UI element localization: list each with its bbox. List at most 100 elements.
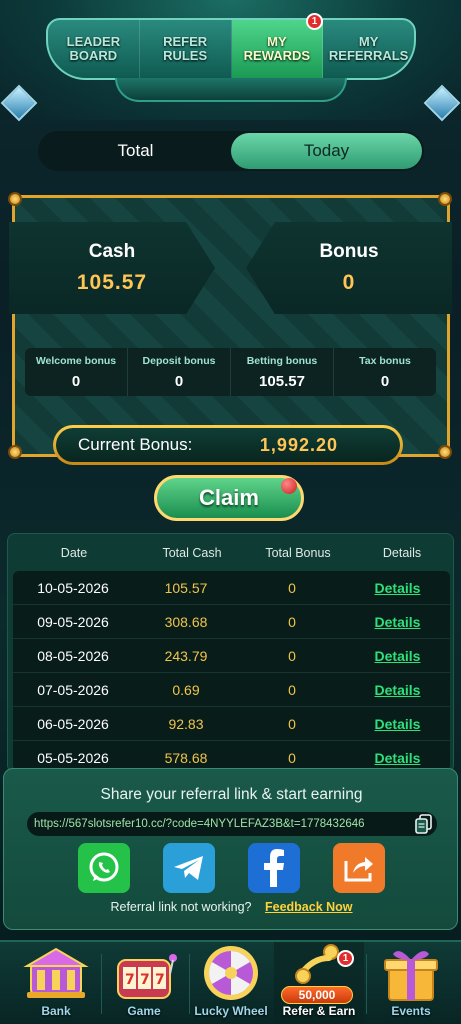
tab-my-rewards-label: MY REWARDS (243, 34, 311, 63)
current-bonus-inner: Current Bonus: 1,992.20 (56, 428, 400, 462)
breakdown-betting: Betting bonus 105.57 (231, 348, 334, 396)
current-bonus-value: 1,992.20 (259, 434, 338, 455)
breakdown-value: 0 (380, 372, 390, 390)
feedback-line: Referral link not working? Feedback Now (4, 900, 459, 914)
cash-value: 105.57 (76, 271, 148, 294)
header-total-cash: Total Cash (162, 546, 222, 560)
cell-date: 09-05-2026 (37, 613, 109, 630)
breakdown-value: 0 (71, 372, 81, 390)
corner-ornament (438, 192, 452, 206)
facebook-icon[interactable] (248, 843, 300, 893)
current-bonus-label: Current Bonus: (78, 435, 193, 454)
diamond-ornament-right (423, 84, 461, 122)
details-link[interactable]: Details (345, 614, 450, 630)
cell-date: 07-05-2026 (37, 681, 109, 698)
breakdown-label: Welcome bonus (35, 354, 117, 367)
cell-date: 08-05-2026 (37, 647, 109, 664)
table-row: 08-05-2026 243.79 0 Details (13, 639, 450, 673)
header-date: Date (60, 546, 88, 560)
cell-total-bonus: 0 (288, 613, 296, 630)
tab-my-referrals[interactable]: MY REFERRALS (323, 20, 414, 78)
breakdown-label: Tax bonus (359, 354, 411, 367)
bonus-panel: Bonus 0 (246, 222, 452, 314)
table-row: 06-05-2026 92.83 0 Details (13, 707, 450, 741)
tab-my-referrals-label: MY REFERRALS (328, 34, 409, 63)
cash-label: Cash (88, 241, 136, 262)
copy-icon[interactable] (415, 814, 433, 834)
bottom-nav: Bank 7 7 7 Game Lucky Wheel Refer & Earn… (0, 940, 461, 1024)
cell-date: 06-05-2026 (37, 715, 109, 732)
table-header: Date Total Cash Total Bonus Details (8, 534, 455, 572)
nav-separator (366, 954, 367, 1014)
nav-events-label: Events (391, 1004, 431, 1018)
cell-total-bonus: 0 (288, 579, 296, 596)
corner-ornament (8, 445, 22, 459)
nav-lucky-wheel[interactable]: Lucky Wheel (188, 942, 274, 1024)
refer-amount-badge: 50,000 (281, 986, 353, 1004)
breakdown-label: Deposit bonus (142, 354, 216, 367)
details-link[interactable]: Details (345, 580, 450, 596)
cell-date: 05-05-2026 (37, 749, 109, 766)
toggle-today[interactable]: Today (231, 133, 422, 169)
tab-base-ornament (115, 78, 347, 102)
share-icons-row (4, 843, 459, 897)
table-row: 09-05-2026 308.68 0 Details (13, 605, 450, 639)
bank-icon (23, 947, 89, 998)
nav-lucky-wheel-label: Lucky Wheel (194, 1004, 268, 1018)
tab-refer-rules[interactable]: REFER RULES (140, 20, 232, 78)
svg-text:7: 7 (140, 972, 150, 988)
nav-refer-earn-label: Refer & Earn (282, 1004, 356, 1018)
breakdown-tax: Tax bonus 0 (334, 348, 436, 396)
refer-notification-badge: 1 (337, 950, 354, 967)
period-toggle: Total Today (38, 131, 424, 171)
bonus-value: 0 (342, 271, 356, 294)
table-row: 10-05-2026 105.57 0 Details (13, 571, 450, 605)
rewards-table: Date Total Cash Total Bonus Details 10-0… (7, 533, 454, 773)
nav-game[interactable]: 7 7 7 Game (102, 942, 186, 1024)
tab-leaderboard[interactable]: LEADER BOARD (48, 20, 140, 78)
referral-link-field[interactable]: https://567slotsrefer10.cc/?code=4NYYLEF… (27, 812, 437, 836)
tab-refer-rules-label: REFER RULES (163, 34, 208, 63)
cell-total-cash: 308.68 (164, 613, 208, 630)
details-link[interactable]: Details (345, 682, 450, 698)
claim-notification-dot (281, 478, 297, 494)
gift-box-icon (384, 951, 438, 1001)
current-bonus-bar: Current Bonus: 1,992.20 (53, 425, 403, 465)
telegram-icon[interactable] (163, 843, 215, 893)
table-body: 10-05-2026 105.57 0 Details 09-05-2026 3… (13, 571, 450, 771)
diamond-ornament-left (0, 84, 38, 122)
breakdown-label: Betting bonus (246, 354, 318, 367)
refer-earn-icon (295, 944, 339, 984)
feedback-now-link[interactable]: Feedback Now (265, 900, 353, 914)
nav-game-label: Game (127, 1004, 161, 1018)
share-icon[interactable] (333, 843, 385, 893)
details-link[interactable]: Details (345, 716, 450, 732)
top-bar: LEADER BOARD REFER RULES MY REWARDS MY R… (0, 0, 461, 122)
details-link[interactable]: Details (345, 648, 450, 664)
svg-text:7: 7 (125, 972, 135, 988)
whatsapp-icon[interactable] (78, 843, 130, 893)
cell-total-cash: 105.57 (164, 579, 208, 596)
svg-text:7: 7 (155, 972, 165, 988)
cell-total-cash: 243.79 (164, 647, 208, 664)
refer-amount-text: 50,000 (298, 988, 336, 1002)
table-row: 07-05-2026 0.69 0 Details (13, 673, 450, 707)
details-link[interactable]: Details (345, 750, 450, 766)
nav-events[interactable]: Events (368, 942, 454, 1024)
nav-bank[interactable]: Bank (14, 942, 98, 1024)
cell-total-cash: 578.68 (164, 749, 208, 766)
table-row: 05-05-2026 578.68 0 Details (13, 741, 450, 771)
bonus-label: Bonus (319, 241, 379, 262)
breakdown-welcome: Welcome bonus 0 (25, 348, 128, 396)
lucky-wheel-icon (204, 946, 258, 1000)
breakdown-value: 0 (174, 372, 184, 390)
share-title: Share your referral link & start earning (100, 786, 363, 803)
toggle-total[interactable]: Total (40, 133, 231, 169)
slot-machine-icon: 7 7 7 (117, 954, 177, 999)
header-details: Details (382, 546, 422, 560)
corner-ornament (8, 192, 22, 206)
cell-total-cash: 92.83 (168, 715, 204, 732)
cash-panel: Cash 105.57 (9, 222, 215, 314)
cell-total-bonus: 0 (288, 681, 296, 698)
breakdown-value: 105.57 (259, 372, 305, 390)
